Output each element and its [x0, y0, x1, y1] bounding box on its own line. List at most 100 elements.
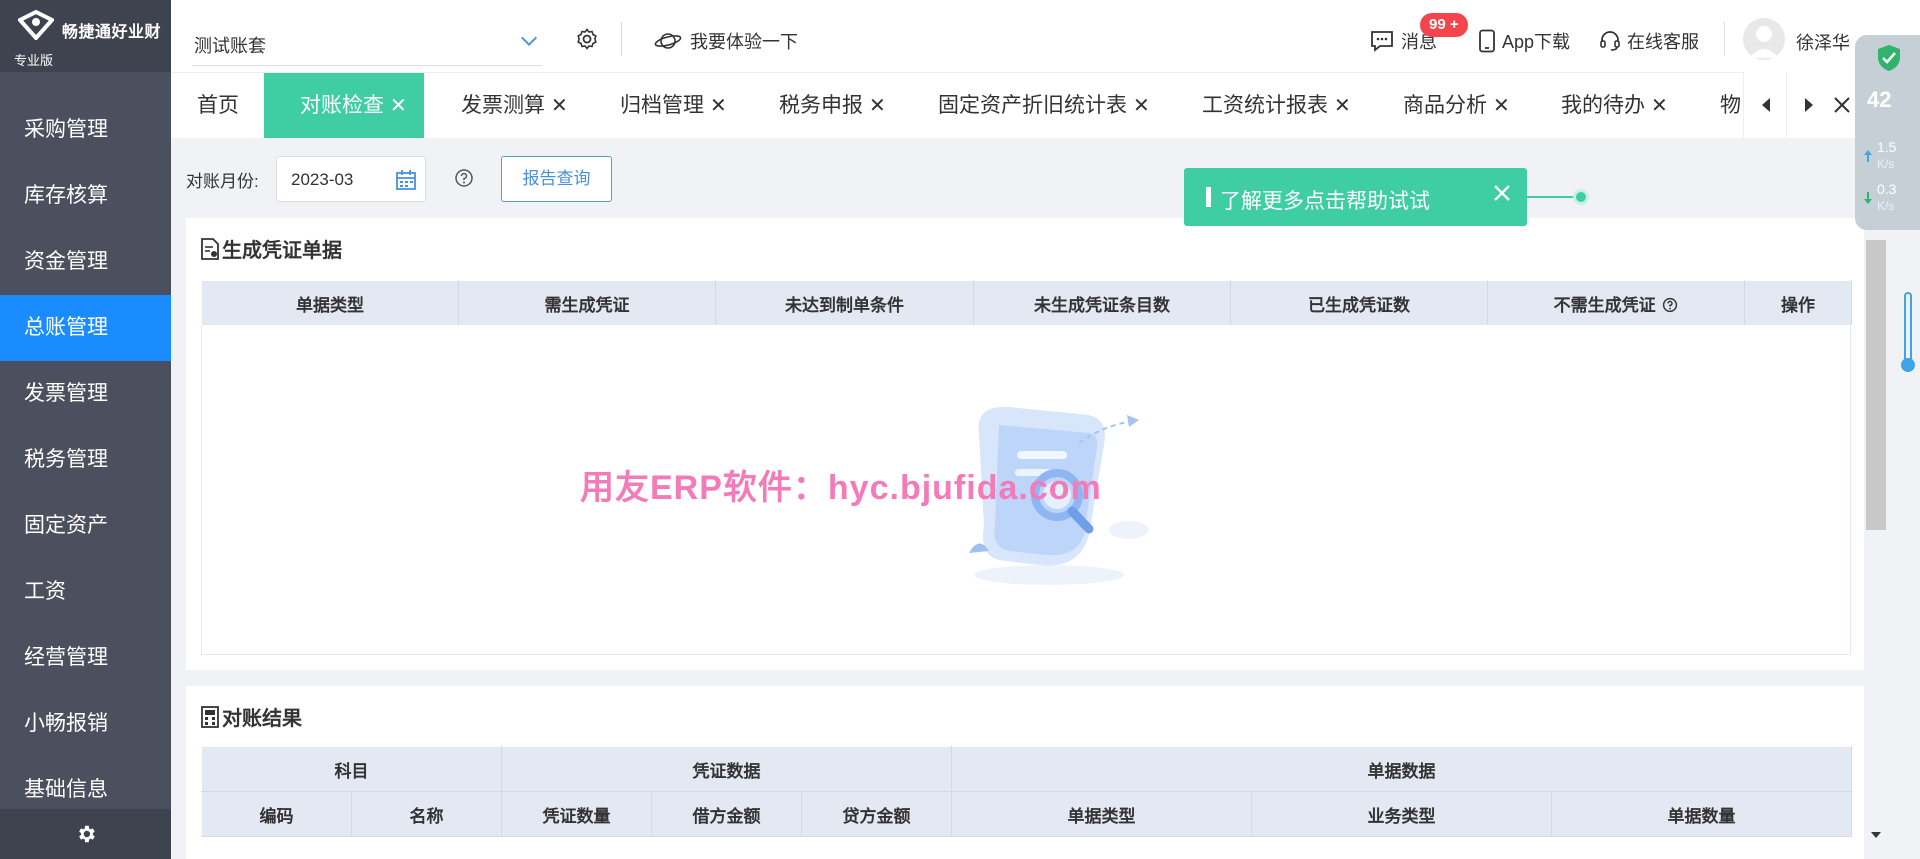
caret-right-icon: [1805, 98, 1813, 112]
close-all-tabs-button[interactable]: [1829, 72, 1855, 138]
headset-icon: [1600, 31, 1620, 51]
network-speed-widget[interactable]: 42 1.5 K/s 0.3 K/s: [1855, 35, 1920, 230]
sidebar-item-inventory[interactable]: 库存核算: [0, 163, 171, 229]
gear-icon: [78, 825, 95, 843]
user-icon: [1749, 26, 1779, 58]
zoom-slider-handle[interactable]: [1901, 358, 1915, 372]
column-header: 单据类型: [951, 791, 1252, 837]
question-icon[interactable]: [1662, 297, 1678, 313]
month-label: 对账月份:: [186, 171, 259, 191]
close-icon: [1834, 97, 1850, 113]
column-header: 凭证数量: [501, 791, 652, 837]
settings-gear-icon[interactable]: [575, 27, 599, 51]
column-header-text: 不需生成凭证: [1553, 295, 1656, 315]
group-header: 科目: [201, 746, 502, 792]
voucher-panel-title: 生成凭证单据: [200, 234, 342, 263]
column-header: 已生成凭证数: [1230, 280, 1488, 326]
help-tooltip[interactable]: 了解更多点击帮助试试: [1184, 168, 1527, 226]
tab-invoice-calc-label: 发票测算: [461, 94, 545, 117]
tab-invoice-calc[interactable]: 发票测算 ✕: [461, 73, 568, 139]
voucher-panel-title-text: 生成凭证单据: [222, 240, 342, 262]
tab-archive[interactable]: 归档管理 ✕: [620, 73, 727, 139]
tab-depreciation-report[interactable]: 固定资产折旧统计表 ✕: [938, 73, 1150, 139]
caret-left-icon: [1762, 98, 1770, 112]
upload-speed-value: 1.5: [1877, 139, 1897, 155]
tab-salary-report[interactable]: 工资统计报表 ✕: [1202, 73, 1351, 139]
question-icon[interactable]: [454, 168, 474, 188]
tooltip-anchor-dot: [1573, 189, 1589, 205]
sidebar-item-expense[interactable]: 小畅报销: [0, 691, 171, 757]
account-select[interactable]: 测试账套: [192, 22, 542, 66]
app-download-label: App下载: [1502, 32, 1571, 52]
tab-product-analysis[interactable]: 商品分析 ✕: [1403, 73, 1510, 139]
sidebar-nav: 采购管理 库存核算 资金管理 总账管理 发票管理 税务管理 固定资产 工资 经营…: [0, 97, 171, 823]
username[interactable]: 徐泽华: [1796, 29, 1850, 55]
sidebar: 畅捷通好业财 专业版 采购管理 库存核算 资金管理 总账管理 发票管理 税务管理…: [0, 0, 171, 859]
vertical-scrollbar-thumb[interactable]: [1866, 240, 1886, 530]
close-icon[interactable]: ✕: [390, 95, 407, 117]
sidebar-settings-button[interactable]: [0, 809, 171, 859]
column-header: 编码: [201, 791, 352, 837]
messages-badge: 99 +: [1420, 13, 1468, 37]
close-icon[interactable]: ✕: [710, 95, 727, 117]
widget-value: 42: [1867, 87, 1892, 112]
calculator-icon: [201, 705, 219, 728]
tab-salary-report-label: 工资统计报表: [1202, 94, 1328, 117]
tab-truncated-label: 物: [1720, 94, 1741, 117]
top-header: 测试账套 我要体验一下 消息 99 + App下载 在线客服 徐泽华: [171, 0, 1920, 72]
sidebar-item-purchase[interactable]: 采购管理: [0, 97, 171, 163]
header-divider-right: [1724, 22, 1725, 56]
tab-my-todo[interactable]: 我的待办 ✕: [1561, 73, 1668, 139]
sidebar-item-fixed-assets[interactable]: 固定资产: [0, 493, 171, 559]
scroll-down-arrow-icon[interactable]: [1866, 828, 1886, 842]
experience-label: 我要体验一下: [690, 32, 798, 52]
column-header: 需生成凭证: [458, 280, 716, 326]
help-tooltip-text: 了解更多点击帮助试试: [1220, 190, 1430, 213]
avatar[interactable]: [1743, 18, 1785, 60]
tab-truncated[interactable]: 物: [1720, 73, 1741, 139]
tab-my-todo-label: 我的待办: [1561, 94, 1645, 117]
sidebar-item-general-ledger[interactable]: 总账管理: [0, 295, 171, 361]
close-icon[interactable]: ✕: [1334, 95, 1351, 117]
month-date-input[interactable]: 2023-03: [276, 156, 426, 202]
sidebar-item-funds[interactable]: 资金管理: [0, 229, 171, 295]
tab-reconciliation-check[interactable]: 对账检查 ✕: [264, 73, 424, 139]
close-icon[interactable]: ✕: [1651, 95, 1668, 117]
close-icon[interactable]: ✕: [551, 95, 568, 117]
tab-home[interactable]: 首页: [197, 73, 239, 139]
column-header: 名称: [351, 791, 502, 837]
tab-tax-filing-label: 税务申报: [779, 94, 863, 117]
column-header: 借方金额: [651, 791, 802, 837]
tab-scroll-right-button[interactable]: [1786, 72, 1831, 138]
close-icon[interactable]: ✕: [1493, 95, 1510, 117]
sidebar-item-invoice[interactable]: 发票管理: [0, 361, 171, 427]
sidebar-item-operations[interactable]: 经营管理: [0, 625, 171, 691]
tab-scroll-left-button[interactable]: [1743, 72, 1788, 138]
upload-speed-unit: K/s: [1877, 157, 1895, 171]
logo-icon: [18, 10, 54, 40]
result-panel-title: 对账结果: [200, 702, 302, 731]
close-icon[interactable]: [1493, 184, 1511, 202]
download-speed-value: 0.3: [1877, 181, 1897, 197]
calendar-icon[interactable]: [395, 169, 417, 191]
close-icon[interactable]: ✕: [1133, 95, 1150, 117]
sidebar-item-salary[interactable]: 工资: [0, 559, 171, 625]
result-table-group-header: 科目 凭证数据 单据数据: [201, 746, 1852, 792]
tab-depreciation-report-label: 固定资产折旧统计表: [938, 94, 1127, 117]
watermark-text: 用友ERP软件：hyc.bjufida.com: [580, 469, 1102, 507]
header-divider: [621, 22, 622, 56]
online-service-button[interactable]: 在线客服: [1599, 28, 1699, 54]
result-table: 科目 凭证数据 单据数据 编码 名称 凭证数量 借方金额 贷方金额 单据类型 业…: [201, 746, 1852, 837]
phone-icon: [1479, 29, 1495, 53]
report-query-button[interactable]: 报告查询: [501, 156, 612, 202]
app-download-button[interactable]: App下载: [1478, 28, 1570, 54]
sidebar-item-tax[interactable]: 税务管理: [0, 427, 171, 493]
voucher-table: 单据类型 需生成凭证 未达到制单条件 未生成凭证条目数 已生成凭证数 不需生成凭…: [201, 280, 1852, 326]
tab-tax-filing[interactable]: 税务申报 ✕: [779, 73, 886, 139]
download-speed-unit: K/s: [1877, 199, 1895, 213]
shield-check-icon: [1878, 45, 1900, 71]
experience-link[interactable]: 我要体验一下: [654, 28, 798, 54]
close-icon[interactable]: ✕: [869, 95, 886, 117]
filter-toolbar: 对账月份: 2023-03 报告查询: [186, 156, 612, 202]
group-header: 凭证数据: [501, 746, 952, 792]
